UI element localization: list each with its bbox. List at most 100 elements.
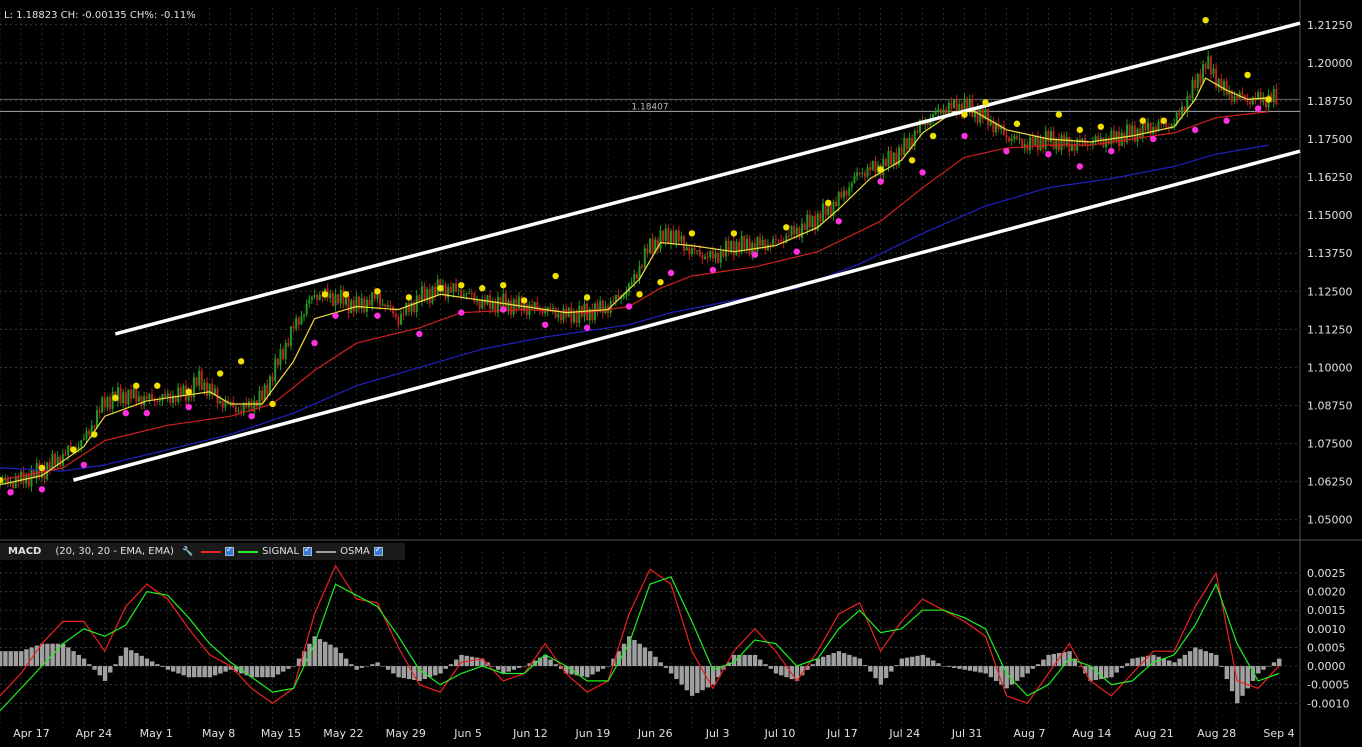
osma-bar — [747, 654, 752, 667]
candle-body — [612, 300, 615, 302]
candle-body — [806, 214, 809, 230]
candle-body — [732, 241, 735, 256]
osma-bar — [454, 659, 459, 667]
candle-body — [292, 326, 295, 329]
osma-bar — [910, 656, 915, 667]
fractal-low-marker — [1076, 163, 1084, 170]
candle-body — [680, 236, 683, 242]
macd-toggle-checkbox[interactable] — [225, 545, 235, 556]
macd-tick-label: -0.0005 — [1307, 679, 1349, 692]
osma-bar — [1271, 662, 1277, 667]
osma-bar — [433, 666, 438, 676]
x-tick-label: Jul 31 — [951, 727, 983, 740]
wrench-icon[interactable]: 🔧 — [182, 547, 193, 557]
candle-body — [229, 401, 232, 403]
osma-bar — [836, 651, 842, 667]
osma-bar — [385, 666, 391, 670]
candle-body — [363, 298, 366, 312]
osma-bar — [302, 651, 307, 667]
osma-bar — [957, 666, 962, 669]
osma-bar — [1025, 666, 1030, 674]
candle-body — [1036, 135, 1039, 151]
candle-body — [761, 239, 764, 246]
candle-body — [1259, 92, 1262, 103]
candle-body — [730, 241, 733, 252]
fractal-high-marker — [825, 199, 832, 207]
candle-body — [389, 304, 392, 307]
x-tick-label: Aug 14 — [1072, 727, 1111, 740]
candle-body — [124, 392, 127, 405]
candle-body — [808, 214, 811, 228]
candle-body — [127, 389, 130, 405]
candle-body — [158, 400, 161, 402]
osma-bar — [548, 659, 553, 667]
fractal-high-marker — [783, 224, 790, 231]
candle-body — [271, 376, 274, 381]
candle-body — [845, 190, 848, 196]
candle-body — [614, 294, 617, 302]
osma-bar — [202, 666, 207, 678]
osma-bar — [889, 666, 894, 672]
price-tick-label: 1.20000 — [1307, 57, 1353, 70]
candle-body — [887, 150, 890, 167]
candle-body — [1249, 101, 1252, 105]
candle-body — [499, 297, 502, 307]
price-readout: L: 1.18823 CH: -0.00135 CH%: -0.11% — [4, 10, 196, 21]
candle-body — [1199, 73, 1202, 84]
candle-body — [109, 397, 112, 409]
osma-bar — [1172, 662, 1177, 667]
candle-body — [1008, 137, 1011, 142]
osma-toggle-checkbox[interactable] — [373, 545, 383, 556]
candle-body — [80, 440, 83, 447]
candle-body — [148, 394, 151, 399]
candle-body — [512, 299, 515, 315]
fractal-high-marker — [1013, 120, 1021, 127]
osma-bar — [648, 651, 653, 667]
osma-bar — [45, 643, 50, 667]
osma-bar — [87, 664, 92, 667]
candle-body — [1165, 122, 1168, 128]
osma-bar — [1135, 657, 1140, 667]
osma-bar — [1130, 658, 1135, 667]
osma-label: OSMA — [340, 546, 370, 557]
osma-bar — [8, 651, 13, 667]
osma-bar — [752, 654, 758, 667]
candle-body — [161, 394, 164, 401]
osma-bar — [92, 666, 97, 670]
candle-body — [842, 190, 845, 198]
candle-body — [1191, 79, 1194, 99]
signal-toggle-checkbox[interactable] — [303, 545, 313, 556]
candle-body — [1047, 131, 1050, 143]
candle-body — [630, 282, 633, 284]
osma-bar — [689, 666, 695, 696]
candle-body — [683, 236, 686, 251]
osma-bar — [826, 654, 831, 667]
osma-bar — [81, 658, 87, 667]
chart-canvas[interactable]: 1.21250 1.20000 1.18750 1.17500 1.16250 1.150… — [0, 0, 1362, 747]
candle-body — [339, 289, 342, 304]
candle-body — [748, 239, 751, 255]
candle-body — [237, 410, 240, 412]
macd-tick-label: 0.0005 — [1307, 641, 1346, 654]
candle-body — [376, 294, 379, 299]
price-tick-label: 1.17500 — [1307, 133, 1353, 146]
osma-bar — [742, 654, 747, 667]
fractal-low-marker — [1003, 147, 1010, 155]
candle-body — [1183, 106, 1186, 113]
fractal-low-marker — [1045, 151, 1052, 158]
x-tick-label: May 29 — [386, 727, 426, 740]
candle-body — [164, 394, 167, 397]
candle-body — [706, 256, 709, 258]
osma-bar — [967, 666, 973, 671]
fractal-high-marker — [929, 132, 937, 140]
fractal-low-marker — [416, 330, 423, 338]
osma-bar — [317, 639, 323, 667]
candle-body — [423, 286, 426, 301]
osma-bar — [873, 666, 878, 679]
osma-bar — [60, 643, 66, 667]
candle-body — [1002, 125, 1005, 136]
x-tick-label: Jul 3 — [705, 727, 730, 740]
x-tick-label: May 22 — [323, 727, 363, 740]
candle-body — [98, 410, 101, 413]
candle-body — [279, 349, 282, 366]
